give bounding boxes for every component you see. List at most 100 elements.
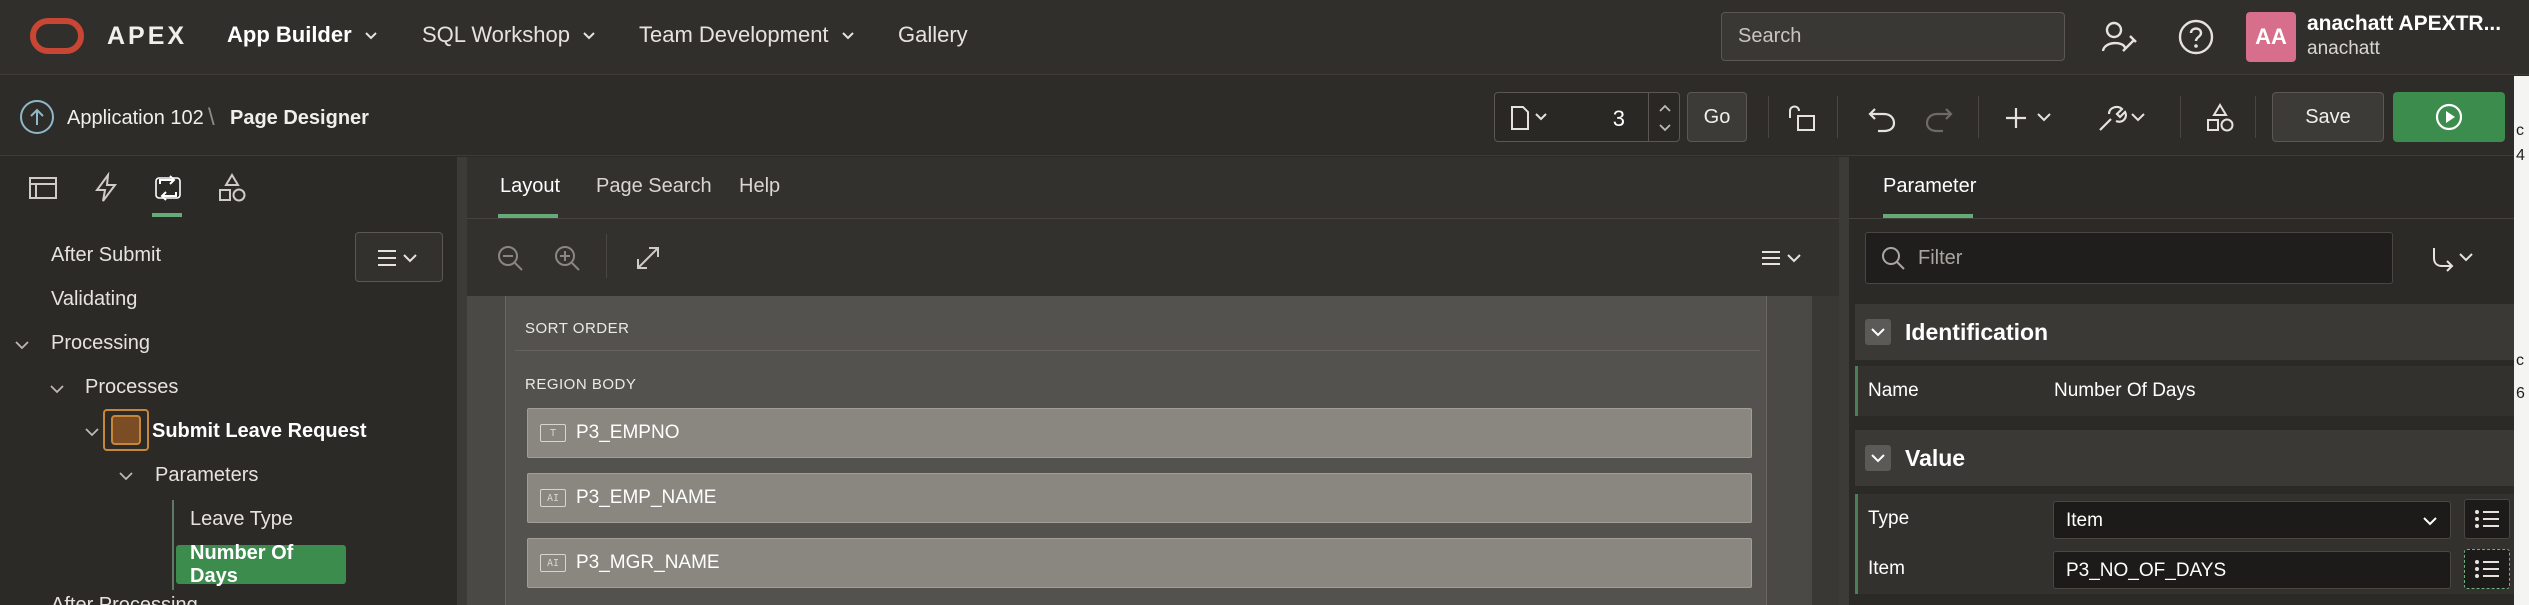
tab-page-search[interactable]: Page Search xyxy=(596,175,712,198)
breadcrumb-application[interactable]: Application 102 xyxy=(67,107,204,130)
zoom-in-icon[interactable] xyxy=(553,244,581,272)
chevron-down-icon xyxy=(2423,517,2437,526)
region-body-header: REGION BODY xyxy=(525,376,637,393)
chevron-down-icon[interactable] xyxy=(14,337,30,353)
tree-node-number-of-days[interactable]: Number Of Days xyxy=(176,542,346,587)
chevron-down-icon xyxy=(364,32,377,40)
rendering-tab-icon[interactable] xyxy=(27,172,59,204)
group-value-header[interactable]: Value xyxy=(1855,430,2515,486)
text-field-icon: AI xyxy=(540,489,566,507)
list-icon xyxy=(2475,510,2499,528)
page-number-input[interactable]: 3 xyxy=(1613,106,1625,132)
user-display-name[interactable]: anachatt APEXTR... xyxy=(2307,12,2501,36)
type-select[interactable]: Item xyxy=(2053,501,2451,539)
dynamic-actions-tab-icon[interactable] xyxy=(90,172,122,204)
group-title: Identification xyxy=(1905,318,2049,345)
right-splitter[interactable] xyxy=(1839,157,1849,605)
page-item-label: P3_EMPNO xyxy=(576,422,680,443)
undo-icon[interactable] xyxy=(1866,102,1898,134)
tree-menu-button[interactable] xyxy=(355,232,443,282)
item-input[interactable]: P3_NO_OF_DAYS xyxy=(2053,551,2451,589)
avatar[interactable]: AA xyxy=(2246,12,2296,62)
edge-text: c xyxy=(2516,352,2524,369)
shared-components-tab-icon[interactable] xyxy=(216,172,248,204)
region-divider xyxy=(515,350,1760,351)
zoom-out-icon[interactable] xyxy=(496,244,524,272)
nav-gallery[interactable]: Gallery xyxy=(898,22,968,48)
tree-node-after-submit[interactable]: After Submit xyxy=(51,244,161,267)
page-item-p3-emp-name[interactable]: AI P3_EMP_NAME xyxy=(527,473,1752,523)
create-menu-icon[interactable] xyxy=(2006,102,2056,134)
group-identification-header[interactable]: Identification xyxy=(1855,304,2515,360)
tree-node-validating[interactable]: Validating xyxy=(51,288,137,311)
tree-node-after-processing[interactable]: After Processing xyxy=(51,594,198,605)
redo-icon[interactable] xyxy=(1923,102,1955,134)
stepper-divider xyxy=(1648,93,1649,141)
page-item-label: P3_MGR_NAME xyxy=(576,552,720,573)
hamburger-menu-icon xyxy=(378,250,417,266)
active-tab-indicator xyxy=(152,213,182,217)
oracle-logo-icon[interactable] xyxy=(30,18,84,54)
help-icon[interactable] xyxy=(2177,18,2215,56)
page-stepper-icon[interactable] xyxy=(1655,101,1675,135)
canvas-scrollbar[interactable] xyxy=(1812,296,1839,605)
tab-divider xyxy=(1849,218,2529,219)
brand-name[interactable]: APEX xyxy=(107,22,187,51)
toolbar-divider xyxy=(2255,96,2256,138)
tree-node-processing[interactable]: Processing xyxy=(51,332,150,355)
nav-app-builder[interactable]: App Builder xyxy=(227,22,378,48)
toolbar-divider xyxy=(2180,96,2181,138)
run-page-button[interactable] xyxy=(2393,92,2505,142)
search-icon xyxy=(1882,247,1905,270)
tree-guide-line xyxy=(172,500,174,590)
item-list-button[interactable] xyxy=(2464,549,2510,589)
collapse-toggle[interactable] xyxy=(1865,319,1891,345)
tree-node-submit-leave-request[interactable]: Submit Leave Request xyxy=(152,420,367,443)
navigate-up-button[interactable] xyxy=(20,100,54,134)
type-list-button[interactable] xyxy=(2464,499,2510,539)
page-item-p3-mgr-name[interactable]: AI P3_MGR_NAME xyxy=(527,538,1752,588)
tab-layout[interactable]: Layout xyxy=(500,175,560,198)
admin-tools-icon[interactable] xyxy=(2100,18,2138,56)
chevron-down-icon[interactable] xyxy=(49,381,65,397)
toolbar-divider xyxy=(1978,96,1979,138)
page-item-label: P3_EMP_NAME xyxy=(576,487,717,508)
play-icon xyxy=(2435,103,2463,131)
shared-components-icon[interactable] xyxy=(2204,102,2236,134)
page-selector[interactable]: 3 xyxy=(1494,92,1680,142)
breadcrumb-page-designer: Page Designer xyxy=(230,107,369,129)
go-to-group-icon[interactable] xyxy=(2430,244,2480,274)
lock-page-icon[interactable] xyxy=(1786,102,1818,134)
collapse-toggle[interactable] xyxy=(1865,445,1891,471)
nav-gallery-label: Gallery xyxy=(898,22,968,47)
tab-help[interactable]: Help xyxy=(739,175,780,198)
nav-team-development[interactable]: Team Development xyxy=(639,22,855,48)
processing-tab-icon[interactable] xyxy=(152,172,184,204)
left-splitter[interactable] xyxy=(457,157,467,605)
go-button[interactable]: Go xyxy=(1687,92,1747,142)
chevron-down-icon[interactable] xyxy=(84,424,100,440)
breadcrumb-separator: \ xyxy=(208,104,215,131)
tree-node-leave-type[interactable]: Leave Type xyxy=(190,508,293,531)
nav-sql-workshop[interactable]: SQL Workshop xyxy=(422,22,596,48)
chevron-down-icon xyxy=(583,32,595,40)
filter-input[interactable]: Filter xyxy=(1865,232,2393,284)
page-item-p3-empno[interactable]: T P3_EMPNO xyxy=(527,408,1752,458)
filter-placeholder: Filter xyxy=(1918,246,1963,269)
tab-parameter[interactable]: Parameter xyxy=(1883,175,1976,198)
tree-node-processes[interactable]: Processes xyxy=(85,376,178,399)
chevron-down-icon[interactable] xyxy=(118,468,134,484)
text-field-icon: T xyxy=(540,424,566,442)
global-search-input[interactable]: Search xyxy=(1721,12,2065,61)
toolbar-divider xyxy=(1768,96,1769,138)
property-name-value[interactable]: Number Of Days xyxy=(2054,380,2195,402)
sort-order-header: SORT ORDER xyxy=(525,320,630,337)
layout-menu-icon[interactable] xyxy=(1760,244,1806,272)
nav-sql-workshop-label: SQL Workshop xyxy=(422,22,570,47)
property-type-row: Type Item xyxy=(1855,494,2515,544)
tree-node-parameters[interactable]: Parameters xyxy=(155,464,258,487)
property-item-row: Item P3_NO_OF_DAYS xyxy=(1855,544,2515,594)
expand-icon[interactable] xyxy=(634,244,662,272)
save-button[interactable]: Save xyxy=(2272,92,2384,142)
utilities-wrench-icon[interactable] xyxy=(2096,102,2146,134)
